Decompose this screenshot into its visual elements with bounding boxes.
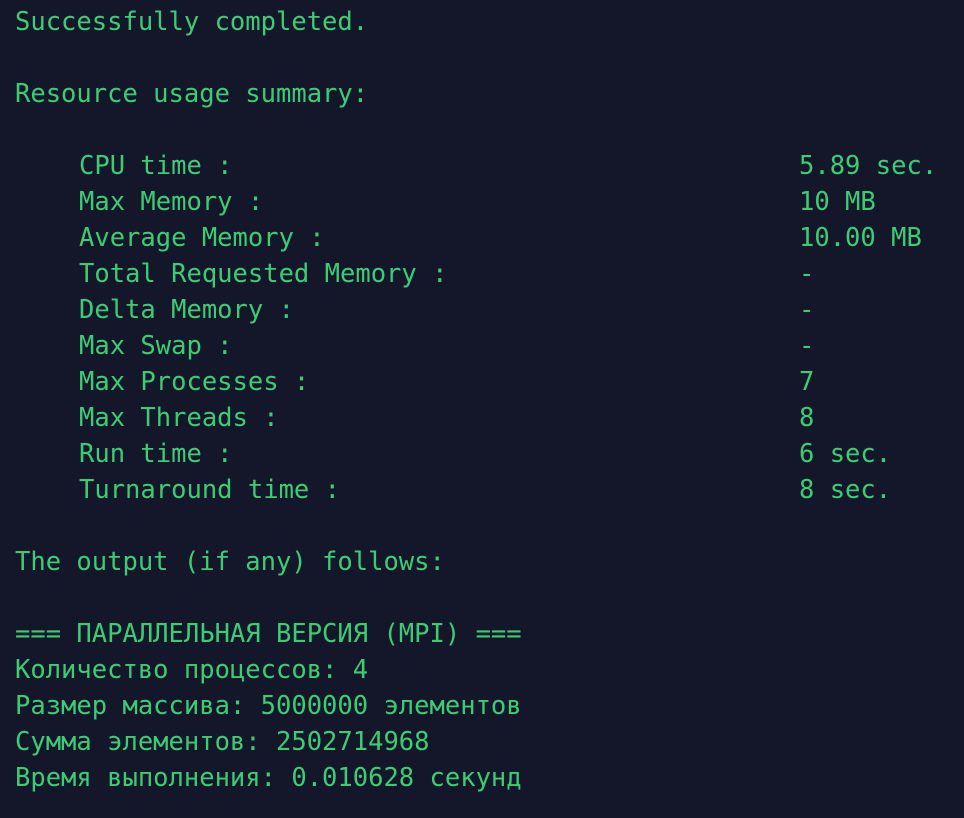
resource-row-total-requested-memory: Total Requested Memory : - xyxy=(15,256,964,292)
program-output-line: Количество процессов: 4 xyxy=(15,655,369,685)
summary-heading: Resource usage summary: xyxy=(15,79,369,109)
resource-row-run-time: Run time : 6 sec. xyxy=(15,436,964,472)
program-output-line: Размер массива: 5000000 элементов xyxy=(15,691,522,721)
resource-label: Total Requested Memory : xyxy=(79,259,448,289)
resource-value: 7 xyxy=(799,367,815,397)
resource-label: Max Memory : xyxy=(79,187,264,217)
resource-label: Turnaround time : xyxy=(79,475,340,505)
resource-row-max-memory: Max Memory : 10 MB xyxy=(15,184,964,220)
resource-value: 6 sec. xyxy=(799,439,892,469)
resource-value: 8 sec. xyxy=(799,475,892,505)
terminal-output: Successfully completed. Resource usage s… xyxy=(0,0,964,818)
resource-value: - xyxy=(799,331,815,361)
resource-label: Average Memory : xyxy=(79,223,325,253)
resource-label: CPU time : xyxy=(79,151,233,181)
resource-row-turnaround-time: Turnaround time : 8 sec. xyxy=(15,472,964,508)
resource-label: Max Swap : xyxy=(79,331,233,361)
resource-label: Delta Memory : xyxy=(79,295,294,325)
resource-value: - xyxy=(799,259,815,289)
resource-row-max-processes: Max Processes : 7 xyxy=(15,364,964,400)
program-output-line: === ПАРАЛЛЕЛЬНАЯ ВЕРСИЯ (MPI) === xyxy=(15,619,522,649)
resource-value: 10.00 MB xyxy=(799,223,922,253)
status-line: Successfully completed. xyxy=(15,7,369,37)
resource-row-max-threads: Max Threads : 8 xyxy=(15,400,964,436)
resource-label: Max Processes : xyxy=(79,367,310,397)
resource-row-max-swap: Max Swap : - xyxy=(15,328,964,364)
resource-row-delta-memory: Delta Memory : - xyxy=(15,292,964,328)
program-output-line: Время выполнения: 0.010628 секунд xyxy=(15,763,522,793)
resource-value: 5.89 sec. xyxy=(799,151,938,181)
resource-value: - xyxy=(799,295,815,325)
program-output-line: Сумма элементов: 2502714968 xyxy=(15,727,430,757)
resource-row-cpu-time: CPU time : 5.89 sec. xyxy=(15,148,964,184)
resource-row-average-memory: Average Memory : 10.00 MB xyxy=(15,220,964,256)
resource-label: Max Threads : xyxy=(79,403,279,433)
resource-value: 8 xyxy=(799,403,815,433)
resource-value: 10 MB xyxy=(799,187,876,217)
resource-label: Run time : xyxy=(79,439,233,469)
output-heading: The output (if any) follows: xyxy=(15,547,445,577)
